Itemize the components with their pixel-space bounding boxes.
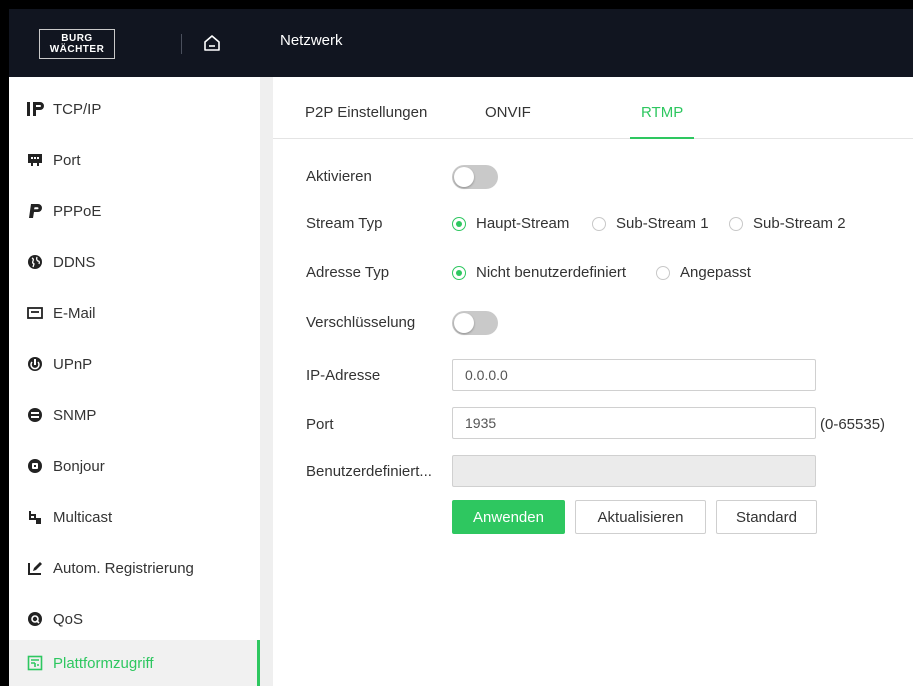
sidebar-item-label: E-Mail [53,304,96,322]
platform-access-icon [26,654,44,672]
ddns-icon [26,253,44,271]
radio-sub-stream-1[interactable]: Sub-Stream 1 [592,215,709,232]
sidebar-item-label: Multicast [53,508,113,526]
bonjour-icon [26,457,44,475]
sidebar-item-tcpip[interactable]: TCP/IP [9,86,260,132]
radio-label: Nicht benutzerdefiniert [476,264,627,281]
radio-dot [656,265,670,280]
sidebar-item-bonjour[interactable]: Bonjour [9,443,260,489]
tab-rtmp[interactable]: RTMP [629,88,695,139]
sidebar-item-label: PPPoE [53,202,102,220]
brand-logo-line1: BURG [61,33,93,44]
brand-logo: BURG WÄCHTER [39,29,115,59]
sidebar-item-label: Plattformzugriff [53,654,154,672]
apply-button[interactable]: Anwenden [452,500,565,534]
qos-icon [26,610,44,628]
sidebar-item-email[interactable]: E-Mail [9,290,260,336]
custom-input[interactable] [452,455,816,487]
header-divider [181,34,182,54]
port-label: Port [306,416,334,433]
encryption-label: Verschlüsselung [306,314,416,331]
tab-bar: P2P Einstellungen ONVIF RTMP [273,88,913,139]
sidebar-item-pppoe[interactable]: PPPoE [9,188,260,234]
upnp-icon [26,355,44,373]
sidebar-divider [260,77,273,686]
pppoe-icon [26,202,44,220]
radio-not-custom[interactable]: Nicht benutzerdefiniert [452,264,626,281]
radio-label: Haupt-Stream [476,215,570,232]
top-bar: BURG WÄCHTER Netzwerk [9,9,913,77]
tab-p2p-settings[interactable]: P2P Einstellungen [305,88,427,138]
email-icon [26,304,44,322]
sidebar-item-ddns[interactable]: DDNS [9,239,260,285]
radio-main-stream[interactable]: Haupt-Stream [452,215,569,232]
ip-icon [26,100,44,118]
address-type-label: Adresse Typ [306,264,390,281]
sidebar-item-label: SNMP [53,406,97,424]
port-input[interactable]: 1935 [452,407,816,439]
custom-label: Benutzerdefiniert... [306,463,432,480]
radio-dot [592,216,606,231]
sidebar-item-multicast[interactable]: Multicast [9,494,260,540]
stream-type-label: Stream Typ [306,215,383,232]
toggle-knob [454,167,474,187]
sidebar: TCP/IP Port PPPoE DDNS E-Mail UPnP SNMP … [9,77,260,686]
sidebar-item-port[interactable]: Port [9,137,260,183]
sidebar-item-platform-access[interactable]: Plattformzugriff [9,640,260,686]
page-title: Netzwerk [280,32,343,49]
sidebar-item-label: Autom. Registrierung [53,559,194,577]
radio-label: Sub-Stream 1 [616,215,709,232]
enable-toggle[interactable] [452,165,498,189]
radio-dot [452,216,466,231]
sidebar-item-label: TCP/IP [53,100,102,118]
radio-sub-stream-2[interactable]: Sub-Stream 2 [729,215,846,232]
radio-custom[interactable]: Angepasst [656,264,751,281]
brand-logo-line2: WÄCHTER [49,44,105,55]
sidebar-item-qos[interactable]: QoS [9,596,260,642]
tab-onvif[interactable]: ONVIF [485,88,531,138]
port-icon [26,151,44,169]
encryption-toggle[interactable] [452,311,498,335]
radio-label: Sub-Stream 2 [753,215,846,232]
sidebar-item-label: QoS [53,610,84,628]
sidebar-item-label: Bonjour [53,457,105,475]
radio-dot [452,265,466,280]
ip-address-input[interactable]: 0.0.0.0 [452,359,816,391]
sidebar-item-auto-registration[interactable]: Autom. Registrierung [9,545,260,591]
snmp-icon [26,406,44,424]
default-button[interactable]: Standard [716,500,817,534]
sidebar-item-label: DDNS [53,253,96,271]
port-range-hint: (0-65535) [820,416,886,433]
multicast-icon [26,508,44,526]
ip-address-label: IP-Adresse [306,367,381,384]
sidebar-item-label: UPnP [53,355,93,373]
sidebar-item-label: Port [53,151,81,169]
toggle-knob [454,313,474,333]
home-icon[interactable] [202,33,222,53]
enable-label: Aktivieren [306,168,372,185]
refresh-button[interactable]: Aktualisieren [575,500,706,534]
sidebar-item-upnp[interactable]: UPnP [9,341,260,387]
auto-register-icon [26,559,44,577]
radio-dot [729,216,743,231]
sidebar-item-snmp[interactable]: SNMP [9,392,260,438]
radio-label: Angepasst [680,264,751,281]
